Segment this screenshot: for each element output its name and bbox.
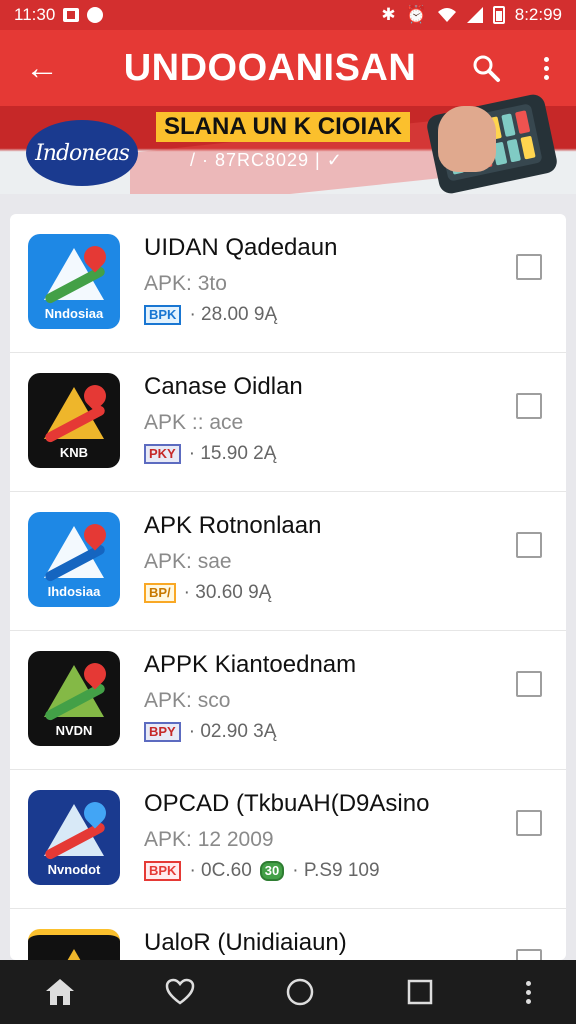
banner-subline: / · 87RC8029 | ✓ bbox=[190, 150, 343, 170]
banner-headline: SLANA UN K CIOIAK bbox=[156, 112, 410, 142]
banner-logo: Indoneas bbox=[26, 120, 138, 186]
alarm-icon: ⏰ bbox=[405, 5, 427, 24]
signal-icon bbox=[466, 7, 483, 23]
banner-hand-image bbox=[438, 106, 496, 172]
app-stats-secondary: · P.S9 109 bbox=[292, 860, 380, 881]
back-arrow-icon[interactable]: ← bbox=[0, 30, 84, 106]
status-bar: 11:30 ✱ ⏰ 8:2:99 bbox=[0, 0, 576, 30]
app-badge: BPY bbox=[144, 722, 181, 742]
status-time-right: 8:2:99 bbox=[514, 5, 562, 24]
select-checkbox[interactable] bbox=[516, 532, 542, 558]
search-icon bbox=[473, 55, 500, 82]
app-notification-icon bbox=[87, 7, 104, 23]
nav-menu-button[interactable] bbox=[480, 960, 576, 1024]
app-name: UIDAN Qadedaun bbox=[144, 234, 338, 261]
app-subtitle: APK: 12 2009 bbox=[144, 828, 274, 851]
app-icon-label: Nvnodot bbox=[47, 862, 101, 877]
app-badge: BP/ bbox=[144, 583, 176, 603]
app-subtitle: APK: 3to bbox=[144, 272, 227, 295]
app-stats: · 15.90 2Ą bbox=[188, 443, 277, 464]
navigation-bar bbox=[0, 960, 576, 1024]
app-icon: NVDN bbox=[28, 651, 120, 746]
app-list: Nndosiaa UIDAN Qadedaun APK: 3to BPK · 2… bbox=[10, 214, 566, 960]
nav-recents-button[interactable] bbox=[360, 960, 480, 1024]
list-item[interactable]: UaloR (Unidiaiaun) bbox=[10, 909, 566, 960]
select-checkbox[interactable] bbox=[516, 671, 542, 697]
heart-icon bbox=[165, 978, 195, 1005]
app-icon: Nvnodot bbox=[28, 790, 120, 885]
app-icon-label: KNB bbox=[59, 445, 89, 460]
more-vert-icon bbox=[543, 56, 549, 80]
app-stats: · 0C.60 bbox=[189, 860, 252, 881]
app-icon-label: Nndosiaa bbox=[44, 306, 104, 321]
app-stats: · 28.00 9Ą bbox=[189, 304, 278, 325]
app-name: UaloR (Unidiaiaun) bbox=[144, 929, 347, 956]
search-button[interactable] bbox=[456, 30, 516, 106]
app-badge-secondary: 30 bbox=[259, 861, 285, 881]
nav-home-button[interactable] bbox=[0, 960, 120, 1024]
list-item[interactable]: NVDN APPK Kiantoednam APK: sco BPY · 02.… bbox=[10, 631, 566, 770]
app-meta: BP/ · 30.60 9Ą bbox=[144, 582, 271, 604]
app-name: Canase Oidlan bbox=[144, 373, 303, 400]
app-badge: BPK bbox=[144, 305, 182, 325]
app-meta: BPK · 28.00 9Ą bbox=[144, 304, 277, 326]
list-item[interactable]: Ihdosiaa APK Rotnonlaan APK: sae BP/ · 3… bbox=[10, 492, 566, 631]
notification-icon bbox=[63, 8, 80, 22]
square-recents-icon bbox=[407, 979, 433, 1005]
app-name: APPK Kiantoednam bbox=[144, 651, 357, 678]
app-icon-label: Ihdosiaa bbox=[47, 584, 101, 599]
circle-home-icon bbox=[286, 978, 314, 1006]
bluetooth-icon: ✱ bbox=[381, 5, 396, 24]
list-item[interactable]: Nndosiaa UIDAN Qadedaun APK: 3to BPK · 2… bbox=[10, 214, 566, 353]
app-icon: Nndosiaa bbox=[28, 234, 120, 329]
battery-icon bbox=[492, 6, 505, 24]
app-icon: Ihdosiaa bbox=[28, 512, 120, 607]
page-title: UNDOOANISAN bbox=[123, 46, 417, 89]
app-meta: BPK · 0C.60 30 · P.S9 109 bbox=[144, 860, 380, 882]
app-meta: BPY · 02.90 3Ą bbox=[144, 721, 276, 743]
app-subtitle: APK: sae bbox=[144, 550, 232, 573]
app-stats: · 30.60 9Ą bbox=[183, 582, 272, 603]
home-icon bbox=[46, 979, 74, 1005]
more-options-button[interactable] bbox=[516, 30, 576, 106]
select-checkbox[interactable] bbox=[516, 393, 542, 419]
app-bar: ← UNDOOANISAN bbox=[0, 30, 576, 106]
select-checkbox[interactable] bbox=[516, 810, 542, 836]
app-badge: BPK bbox=[144, 861, 182, 881]
nav-favorites-button[interactable] bbox=[120, 960, 240, 1024]
app-subtitle: APK: sco bbox=[144, 689, 231, 712]
list-item[interactable]: Nvnodot OPCAD (TkbuAH(D9Asino APK: 12 20… bbox=[10, 770, 566, 909]
app-name: OPCAD (TkbuAH(D9Asino bbox=[144, 790, 430, 817]
select-checkbox[interactable] bbox=[516, 254, 542, 280]
app-icon: KNB bbox=[28, 373, 120, 468]
app-badge: PKY bbox=[144, 444, 181, 464]
more-vert-icon bbox=[525, 980, 531, 1004]
select-checkbox[interactable] bbox=[516, 949, 542, 960]
app-icon bbox=[28, 929, 120, 960]
status-time-left: 11:30 bbox=[14, 5, 56, 24]
app-meta: PKY · 15.90 2Ą bbox=[144, 443, 276, 465]
app-stats: · 02.90 3Ą bbox=[188, 721, 277, 742]
app-subtitle: APK :: ace bbox=[144, 411, 244, 434]
app-icon-label: NVDN bbox=[55, 723, 93, 738]
app-name: APK Rotnonlaan bbox=[144, 512, 322, 539]
list-item[interactable]: KNB Canase Oidlan APK :: ace PKY · 15.90… bbox=[10, 353, 566, 492]
nav-circle-button[interactable] bbox=[240, 960, 360, 1024]
wifi-icon bbox=[437, 8, 456, 22]
